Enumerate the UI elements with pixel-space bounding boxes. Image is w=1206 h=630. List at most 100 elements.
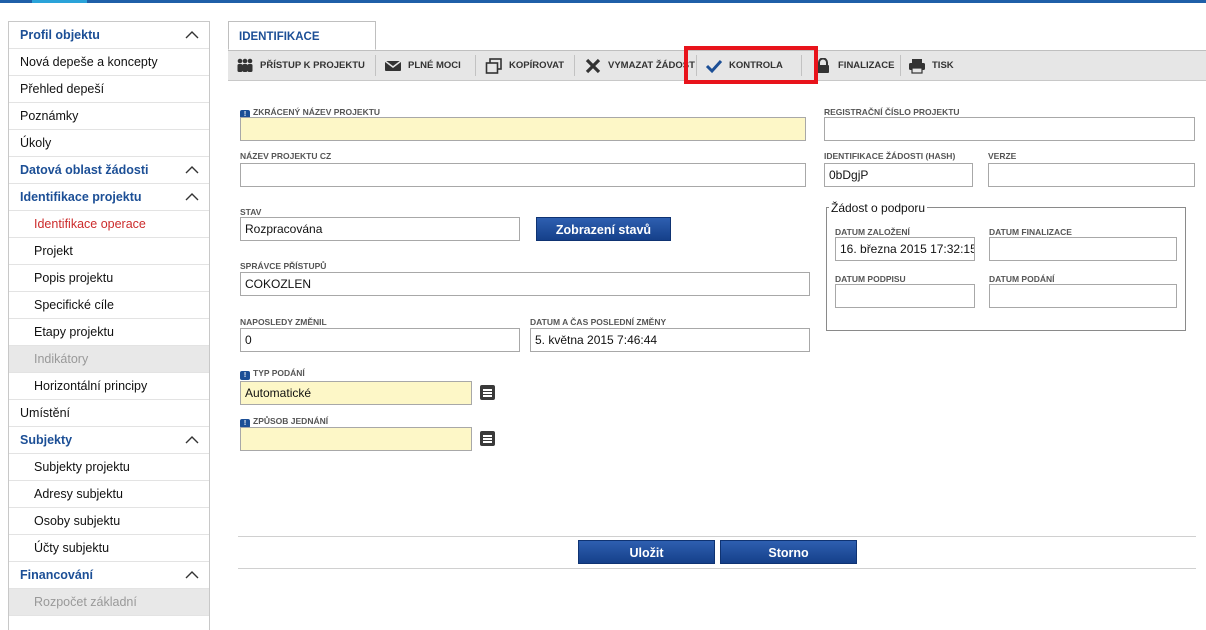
hash-label: IDENTIFIKACE ŽÁDOSTI (HASH) <box>824 151 956 161</box>
signed-field <box>835 284 975 308</box>
sidebar-item-label: Horizontální principy <box>34 379 148 393</box>
show-states-button[interactable]: Zobrazení stavů <box>536 217 671 241</box>
sidebar-item-projekt[interactable]: Projekt <box>9 238 209 265</box>
sidebar-item-label: Indikátory <box>34 352 89 366</box>
sidebar-item-label: Osoby subjektu <box>34 514 121 528</box>
sidebar-item-label: Etapy projektu <box>34 325 114 339</box>
admin-label: SPRÁVCE PŘÍSTUPŮ <box>240 261 327 271</box>
sidebar-item-popis-projektu[interactable]: Popis projektu <box>9 265 209 292</box>
chevron-up-icon[interactable] <box>185 435 199 445</box>
highlight-frame <box>684 46 818 84</box>
last-change-field: 5. května 2015 7:46:44 <box>530 328 810 352</box>
logo-mark <box>0 0 90 8</box>
version-label: VERZE <box>988 151 1017 161</box>
name-cz-label: NÁZEV PROJEKTU CZ <box>240 151 332 161</box>
sidebar-item-label: Poznámky <box>20 109 79 123</box>
reg-number-field <box>824 117 1195 141</box>
sidebar-item-adresy-subjektu[interactable]: Adresy subjektu <box>9 481 209 508</box>
admin-field: COKOZLEN <box>240 272 810 296</box>
divider <box>238 536 1196 537</box>
sidebar-item-label: Subjekty <box>20 433 73 447</box>
created-field: 16. března 2015 17:32:15 <box>835 237 975 261</box>
sidebar-item-label: Datová oblast žádosti <box>20 163 149 177</box>
sidebar-item-nova-depese-a-koncepty[interactable]: Nová depeše a koncepty <box>9 49 209 76</box>
sidebar-item-label: Rozpočet základní <box>34 595 137 609</box>
sidebar-item-indikatory: Indikátory <box>9 346 209 373</box>
sidebar-item-label: Identifikace projektu <box>20 190 142 204</box>
copy-icon <box>485 57 503 74</box>
sidebar-item-label: Přehled depeší <box>20 82 105 96</box>
finalized-field <box>989 237 1177 261</box>
toolbar-divider <box>574 55 575 76</box>
sidebar-item-prehled-depesi[interactable]: Přehled depeší <box>9 76 209 103</box>
submit-type-label: ! TYP PODÁNÍ <box>240 368 305 380</box>
sidebar-item-etapy-projektu[interactable]: Etapy projektu <box>9 319 209 346</box>
signed-label: DATUM PODPISU <box>835 274 906 284</box>
sidebar-item-subjekty-projektu[interactable]: Subjekty projektu <box>9 454 209 481</box>
request-group-title: Žádost o podporu <box>829 201 928 215</box>
submitted-field <box>989 284 1177 308</box>
sidebar-nav: Profil objektu Nová depeše a koncepty Přeh… <box>8 21 210 630</box>
required-icon: ! <box>240 371 250 380</box>
toolbar-divider <box>375 55 376 76</box>
x-icon <box>584 57 602 74</box>
save-button[interactable]: Uložit <box>578 540 715 564</box>
sidebar-item-subjekty[interactable]: Subjekty <box>9 427 209 454</box>
toolbar-divider <box>900 55 901 76</box>
sidebar-item-label: Subjekty projektu <box>34 460 130 474</box>
chevron-up-icon[interactable] <box>185 570 199 580</box>
tab-identifikace-operace[interactable]: IDENTIFIKACE OPERACE <box>228 21 376 73</box>
sidebar-item-poznamky[interactable]: Poznámky <box>9 103 209 130</box>
submit-type-select[interactable]: Automatické <box>240 381 472 405</box>
name-cz-input[interactable] <box>240 163 806 187</box>
chevron-up-icon[interactable] <box>185 165 199 175</box>
submitted-label: DATUM PODÁNÍ <box>989 274 1055 284</box>
short-name-input[interactable] <box>240 117 806 141</box>
finalized-label: DATUM FINALIZACE <box>989 227 1072 237</box>
main-panel: IDENTIFIKACE OPERACE PŘÍSTUP K PROJEKTU … <box>228 21 1206 629</box>
sidebar-item-identifikace-projektu[interactable]: Identifikace projektu <box>9 184 209 211</box>
sidebar-item-horizontalni-principy[interactable]: Horizontální principy <box>9 373 209 400</box>
toolbar-divider <box>475 55 476 76</box>
sidebar-item-financovani[interactable]: Financování <box>9 562 209 589</box>
reg-number-label: REGISTRAČNÍ ČÍSLO PROJEKTU <box>824 107 960 117</box>
sidebar-item-osoby-subjektu[interactable]: Osoby subjektu <box>9 508 209 535</box>
sidebar-item-label: Popis projektu <box>34 271 114 285</box>
chevron-up-icon[interactable] <box>185 192 199 202</box>
sidebar-item-specificke-cile[interactable]: Specifické cíle <box>9 292 209 319</box>
created-label: DATUM ZALOŽENÍ <box>835 227 910 237</box>
sidebar-item-umisteni[interactable]: Umístění <box>9 400 209 427</box>
sidebar-item-label: Umístění <box>20 406 71 420</box>
last-change-label: DATUM A ČAS POSLEDNÍ ZMĚNY <box>530 317 667 327</box>
chevron-up-icon[interactable] <box>185 30 199 40</box>
list-picker-icon[interactable] <box>480 431 495 446</box>
top-accent-line <box>0 0 1206 3</box>
state-field: Rozpracována <box>240 217 520 241</box>
cancel-button[interactable]: Storno <box>720 540 857 564</box>
sidebar-item-label: Nová depeše a koncepty <box>20 55 158 69</box>
sidebar-item-label: Projekt <box>34 244 73 258</box>
request-group <box>826 207 1186 331</box>
sidebar-item-label: Profil objektu <box>20 28 100 42</box>
last-changed-by-label: NAPOSLEDY ZMĚNIL <box>240 317 327 327</box>
sidebar-item-datova-oblast-zadosti[interactable]: Datová oblast žádosti <box>9 157 209 184</box>
sidebar-item-ucty-subjektu[interactable]: Účty subjektu <box>9 535 209 562</box>
sidebar-item-label: Úkoly <box>20 136 52 150</box>
sidebar-item-label: Adresy subjektu <box>34 487 123 501</box>
printer-icon <box>908 57 926 74</box>
sidebar-item-identifikace-operace[interactable]: Identifikace operace <box>9 211 209 238</box>
last-changed-by-field: 0 <box>240 328 520 352</box>
dealing-select[interactable] <box>240 427 472 451</box>
sidebar-item-label: Účty subjektu <box>34 541 110 555</box>
sidebar-item-rozpocet-zakladni: Rozpočet základní <box>9 589 209 616</box>
envelope-icon <box>384 57 402 73</box>
state-label: STAV <box>240 207 262 217</box>
version-field <box>988 163 1195 187</box>
sidebar-item-label: Identifikace operace <box>34 217 146 231</box>
hash-field: 0bDgjP <box>824 163 973 187</box>
divider <box>238 568 1196 569</box>
sidebar-item-ukoly[interactable]: Úkoly <box>9 130 209 157</box>
list-picker-icon[interactable] <box>480 385 495 400</box>
sidebar-item-profil-objektu[interactable]: Profil objektu <box>9 22 209 49</box>
people-icon <box>236 57 254 73</box>
